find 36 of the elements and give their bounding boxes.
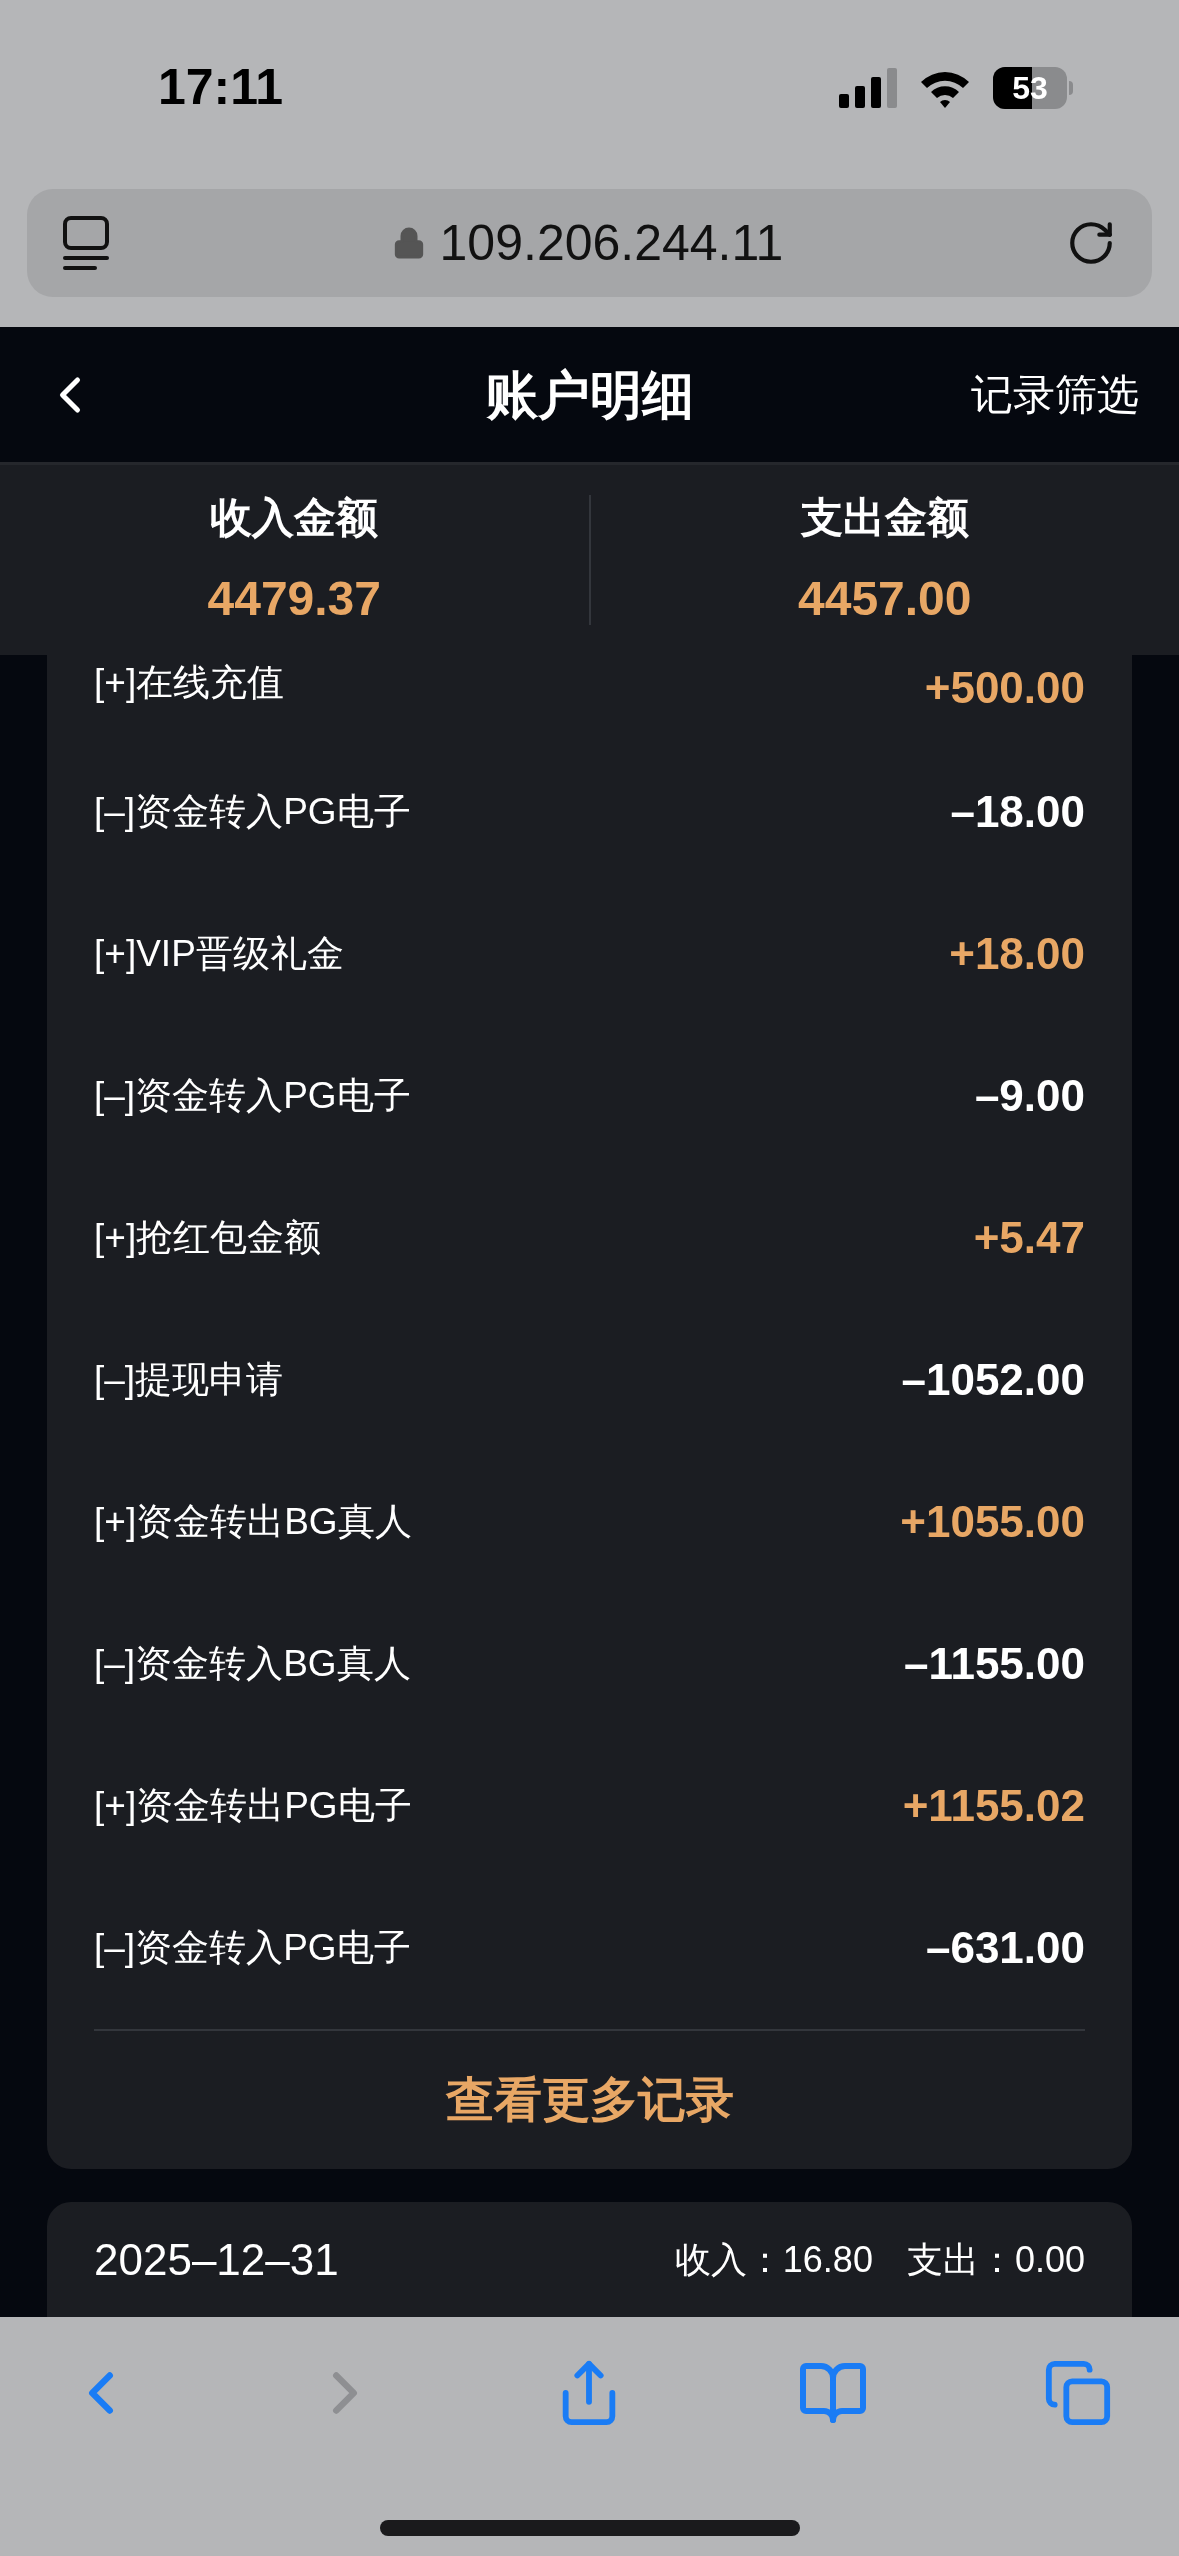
record-amount: –1052.00	[901, 1354, 1085, 1406]
record-label: [+]在线充值	[94, 661, 285, 705]
day-date: 2025–12–31	[94, 2233, 339, 2286]
record-label: [+]资金转出PG电子	[94, 1784, 412, 1829]
day-expense: 支出：0.00	[906, 2237, 1085, 2282]
filter-button[interactable]: 记录筛选	[971, 363, 1139, 426]
summary-label: 支出金额	[800, 492, 969, 543]
record-amount: –631.00	[925, 1922, 1085, 1974]
record-label: [–]资金转入PG电子	[94, 1926, 411, 1971]
record-label: [–]资金转入PG电子	[94, 1074, 411, 1119]
record-amount: +5.47	[973, 1212, 1085, 1264]
record-amount: –9.00	[974, 1070, 1085, 1122]
page-title: 账户明细	[485, 364, 694, 426]
record-amount: –1155.00	[903, 1638, 1085, 1690]
signal-icon	[839, 67, 897, 108]
record-amount: +500.00	[924, 662, 1085, 714]
more-records-button[interactable]: 查看更多记录	[94, 2031, 1085, 2169]
tabs-icon[interactable]	[1043, 2358, 1113, 2428]
record-amount: +1155.02	[902, 1780, 1085, 1832]
status-time: 17:11	[158, 58, 284, 117]
record-label: [–]资金转入BG真人	[94, 1642, 411, 1687]
day-income: 收入：16.80	[674, 2237, 873, 2282]
url-text: 109.206.244.11	[439, 213, 784, 273]
record-label: [–]提现申请	[94, 1358, 284, 1403]
tabs-overview-icon[interactable]	[63, 216, 109, 270]
summary-label: 收入金额	[210, 492, 379, 543]
summary-value: 4457.00	[798, 570, 972, 627]
record-amount: –18.00	[950, 786, 1085, 838]
address-bar[interactable]: 109.206.244.11	[27, 189, 1152, 297]
record-label: [+]VIP晋级礼金	[94, 932, 344, 977]
record-label: [+]资金转出BG真人	[94, 1500, 412, 1545]
record-amount: +1055.00	[900, 1496, 1085, 1548]
summary-value: 4479.37	[207, 570, 381, 627]
record-label: [+]抢红包金额	[94, 1216, 322, 1261]
record-amount: +18.00	[949, 928, 1085, 980]
record-label: [–]资金转入PG电子	[94, 790, 411, 835]
